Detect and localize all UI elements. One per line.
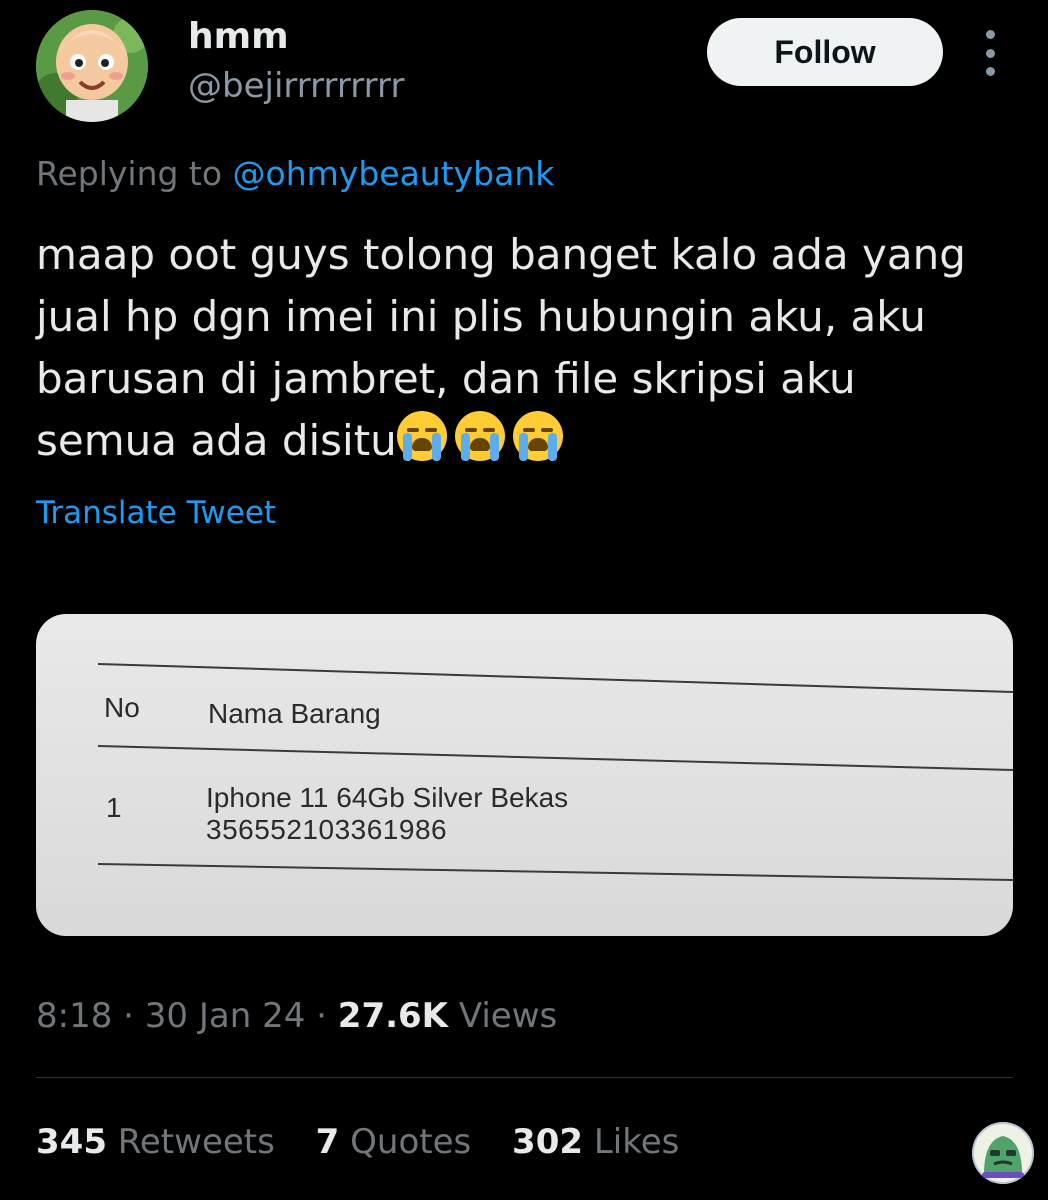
retweets-count: 345 bbox=[36, 1122, 107, 1162]
meta-separator: · bbox=[123, 996, 134, 1036]
tweet-text-line: barusan di jambret, dan file skripsi aku bbox=[36, 354, 856, 403]
tweet-text-line-last: semua ada disitu bbox=[36, 410, 1026, 472]
tweet-time[interactable]: 8:18 bbox=[36, 996, 112, 1036]
column-no-header: No bbox=[104, 692, 140, 723]
quotes-label: Quotes bbox=[350, 1122, 472, 1162]
quotes-count: 7 bbox=[315, 1122, 340, 1162]
likes-stat[interactable]: 302 Likes bbox=[512, 1122, 679, 1162]
item-name: Iphone 11 64Gb Silver Bekas bbox=[206, 782, 569, 813]
more-vertical-icon[interactable] bbox=[978, 30, 1002, 76]
quotes-stat[interactable]: 7 Quotes bbox=[316, 1122, 472, 1162]
tweet-text-line: jual hp dgn imei ini plis hubungin aku, … bbox=[36, 292, 926, 341]
translate-tweet-link[interactable]: Translate Tweet bbox=[36, 495, 276, 531]
tweet-photo[interactable]: No Nama Barang 1 Iphone 11 64Gb Silver B… bbox=[36, 614, 1013, 936]
tweet-date[interactable]: 30 Jan 24 bbox=[145, 996, 306, 1036]
display-name[interactable]: hmm bbox=[188, 16, 289, 57]
divider bbox=[36, 1077, 1013, 1078]
retweets-label: Retweets bbox=[117, 1122, 275, 1162]
reply-mention-link[interactable]: @ohmybeautybank bbox=[233, 154, 555, 193]
loudly-crying-face-icon bbox=[512, 411, 563, 461]
receipt-lines bbox=[97, 663, 1013, 881]
replying-to-label: Replying to bbox=[36, 154, 223, 193]
column-name-header: Nama Barang bbox=[208, 698, 381, 729]
views-count: 27.6K bbox=[337, 996, 449, 1036]
row-number: 1 bbox=[106, 792, 122, 823]
likes-count: 302 bbox=[512, 1122, 584, 1162]
avatar[interactable] bbox=[36, 10, 148, 122]
likes-label: Likes bbox=[593, 1122, 680, 1162]
tweet-text-line: semua ada disitu bbox=[36, 416, 397, 465]
imei-number: 356552103361986 bbox=[206, 814, 448, 845]
tweet-meta: 8:18 · 30 Jan 24 · 27.6K Views bbox=[36, 996, 557, 1036]
views-label: Views bbox=[458, 996, 558, 1036]
loudly-crying-face-icon bbox=[454, 411, 505, 461]
meta-separator: · bbox=[316, 996, 327, 1036]
replying-to: Replying to @ohmybeautybank bbox=[36, 154, 554, 193]
loudly-crying-face-icon bbox=[396, 411, 447, 461]
tweet-text-line: maap oot guys tolong banget kalo ada yan… bbox=[36, 230, 966, 279]
green-character-sticker-icon bbox=[972, 1122, 1034, 1184]
tweet-stats: 345 Retweets 7 Quotes 302 Likes bbox=[36, 1122, 709, 1162]
user-handle[interactable]: @bejirrrrrrrrr bbox=[188, 66, 404, 106]
tweet-text: maap oot guys tolong banget kalo ada yan… bbox=[36, 224, 1026, 472]
retweets-stat[interactable]: 345 Retweets bbox=[36, 1122, 275, 1162]
follow-button[interactable]: Follow bbox=[707, 18, 943, 86]
cartoon-boy-avatar-icon bbox=[36, 10, 148, 122]
